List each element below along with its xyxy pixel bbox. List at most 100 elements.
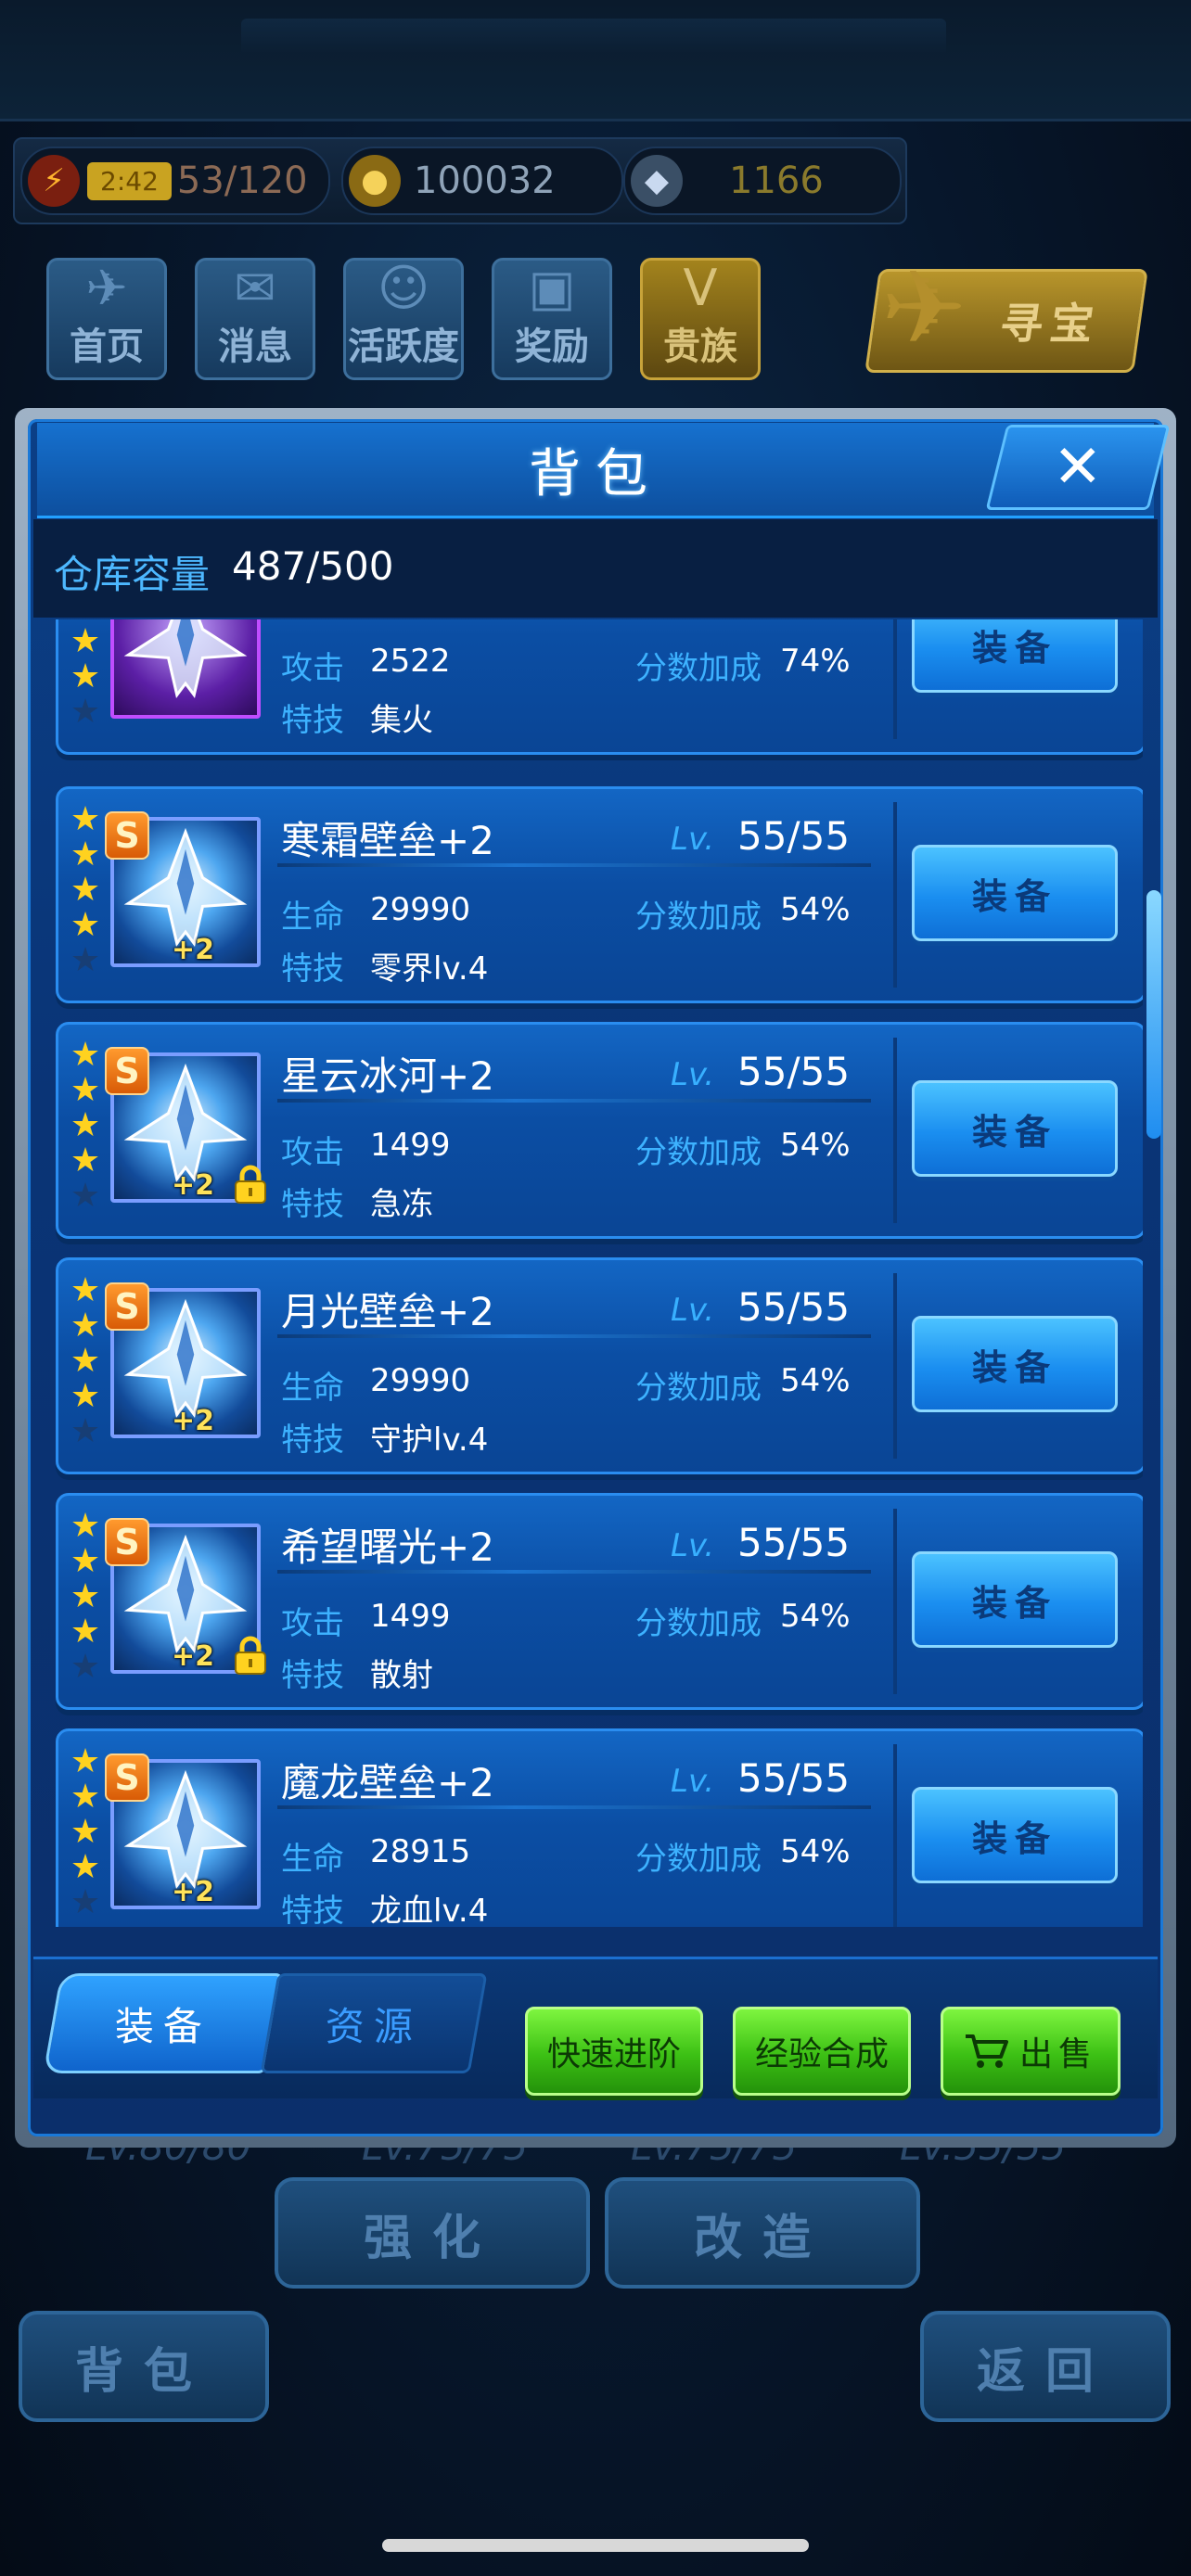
stat-label: 攻击 bbox=[281, 1134, 344, 1171]
skill-value: 集火 bbox=[370, 702, 433, 739]
header-decoration bbox=[241, 19, 946, 56]
name-divider bbox=[277, 1805, 871, 1809]
lock-icon bbox=[235, 1165, 266, 1204]
equip-button[interactable]: 装备 bbox=[912, 1316, 1118, 1412]
star-icon: ★ bbox=[70, 1036, 101, 1074]
star-icon: ★ bbox=[70, 622, 101, 660]
exp-merge-button[interactable]: 经验合成 bbox=[733, 2007, 911, 2096]
enhance-button[interactable]: 强化 bbox=[275, 2177, 590, 2289]
star-icon: ★ bbox=[70, 1507, 101, 1545]
tab-equipment[interactable]: 装备 bbox=[43, 1973, 284, 2073]
star-icon: ★ bbox=[70, 835, 101, 874]
bonus-label: 分数加成 bbox=[635, 1841, 762, 1878]
level-tag: Lv. bbox=[671, 1763, 715, 1800]
bonus-label: 分数加成 bbox=[635, 1134, 762, 1171]
diamond-counter[interactable]: ◆ 1166 bbox=[623, 147, 902, 215]
name-divider bbox=[277, 1334, 871, 1338]
gold-value: 100032 bbox=[414, 159, 556, 202]
name-divider bbox=[277, 1570, 871, 1574]
skill-label: 特技 bbox=[281, 1657, 344, 1694]
home-indicator[interactable] bbox=[382, 2539, 809, 2552]
modify-button[interactable]: 改造 bbox=[605, 2177, 920, 2289]
tab-resources-label: 资源 bbox=[325, 2003, 422, 2049]
rarity-badge: S bbox=[105, 1753, 149, 1802]
star-icon: ★ bbox=[70, 1071, 101, 1109]
equip-button[interactable]: 装备 bbox=[912, 1551, 1118, 1648]
quick-advance-button[interactable]: 快速进阶 bbox=[525, 2007, 703, 2096]
item-level: 55/55 bbox=[737, 1284, 851, 1330]
equipment-card[interactable]: ★ ★ ★ ★ ★ +2 S 月光壁垒+2 Lv. 55/55 生命 29990 分数加… bbox=[56, 1257, 1143, 1474]
equipment-card[interactable]: ★ ★ ★ ★ ★ +2 S 希望曙光+2 Lv. 55/55 攻击 1499 分数加成… bbox=[56, 1493, 1143, 1710]
star-icon: ★ bbox=[70, 1742, 101, 1780]
level-tag: Lv. bbox=[671, 1527, 715, 1564]
bonus-value: 54% bbox=[780, 891, 851, 928]
energy-counter[interactable]: ⚡ 2:42 53/120 bbox=[20, 147, 330, 215]
stat-value: 28915 bbox=[370, 1833, 471, 1870]
empty-star-icon: ★ bbox=[70, 941, 101, 979]
item-name: 希望曙光+2 bbox=[281, 1524, 494, 1570]
sell-button[interactable]: 出售 bbox=[941, 2007, 1121, 2096]
rarity-badge: S bbox=[105, 1518, 149, 1566]
close-button[interactable]: ✕ bbox=[985, 425, 1171, 510]
lightning-icon: ⚡ bbox=[28, 155, 80, 207]
nav-activity[interactable]: ☺ 活跃度 bbox=[343, 258, 464, 380]
bag-label: 背包 bbox=[74, 2343, 212, 2400]
equip-button[interactable]: 装备 bbox=[912, 845, 1118, 941]
item-name: 星云冰河+2 bbox=[281, 1053, 494, 1099]
star-rating: ★★★★★ bbox=[68, 619, 105, 730]
equipment-card[interactable]: ★ ★ ★ ★ ★ +2 S 魔龙壁垒+2 Lv. 55/55 生命 28915 分数加… bbox=[56, 1728, 1143, 1927]
medal-icon: ☺ bbox=[377, 259, 430, 317]
star-icon: ★ bbox=[70, 1141, 101, 1180]
nav-activity-label: 活跃度 bbox=[348, 325, 459, 368]
vip-shield-icon: V bbox=[683, 259, 718, 317]
star-rating: ★★★★★ bbox=[68, 802, 105, 978]
capacity-label: 仓库容量 bbox=[54, 552, 211, 597]
gold-counter[interactable]: ● 100032 bbox=[341, 147, 623, 215]
empty-star-icon: ★ bbox=[70, 1412, 101, 1450]
skill-value: 零界lv.4 bbox=[370, 950, 489, 988]
equipment-card[interactable]: ★★★★★ 攻击 2522 分数加成 74% 特技 集火 装备 bbox=[56, 619, 1143, 755]
equip-label: 装备 bbox=[971, 1582, 1057, 1624]
bonus-value: 54% bbox=[780, 1362, 851, 1399]
equip-button[interactable]: 装备 bbox=[912, 1787, 1118, 1883]
equip-button[interactable]: 装备 bbox=[912, 1080, 1118, 1177]
plus-level: +2 bbox=[172, 934, 215, 966]
treasure-jet-icon: ✈ bbox=[881, 249, 967, 367]
bonus-label: 分数加成 bbox=[635, 650, 762, 687]
item-thumbnail[interactable] bbox=[110, 619, 261, 719]
star-icon: ★ bbox=[70, 800, 101, 838]
star-icon: ★ bbox=[70, 1778, 101, 1816]
jet-icon: ✈ bbox=[85, 259, 128, 317]
close-icon: ✕ bbox=[1053, 433, 1103, 502]
equip-button[interactable]: 装备 bbox=[912, 619, 1118, 693]
bonus-value: 74% bbox=[780, 643, 851, 680]
nav-messages[interactable]: ✉ 消息 bbox=[195, 258, 315, 380]
equip-label: 装备 bbox=[971, 627, 1057, 669]
bag-button[interactable]: 背包 bbox=[19, 2311, 269, 2422]
list-scrollbar[interactable] bbox=[1146, 890, 1161, 1139]
nav-rewards[interactable]: ▣ 奖励 bbox=[492, 258, 612, 380]
treasure-label: 寻宝 bbox=[996, 299, 1105, 349]
star-rating: ★★★★★ bbox=[68, 1744, 105, 1920]
rarity-badge: S bbox=[105, 1282, 149, 1331]
card-divider bbox=[893, 619, 897, 739]
equip-label: 装备 bbox=[971, 875, 1057, 917]
equipment-card[interactable]: ★ ★ ★ ★ ★ +2 S 寒霜壁垒+2 Lv. 55/55 生命 29990 分数加… bbox=[56, 786, 1143, 1003]
nav-home[interactable]: ✈ 首页 bbox=[46, 258, 167, 380]
tab-resources[interactable]: 资源 bbox=[260, 1973, 488, 2073]
item-list[interactable]: ★★★★★ 攻击 2522 分数加成 74% 特技 集火 装备 ★★★★★ bbox=[48, 619, 1143, 1927]
star-rating: ★★★★★ bbox=[68, 1509, 105, 1685]
nav-vip[interactable]: V 贵族 bbox=[640, 258, 761, 380]
capacity-value: 487/500 bbox=[232, 543, 394, 589]
back-button[interactable]: 返回 bbox=[920, 2311, 1171, 2422]
energy-timer: 2:42 bbox=[87, 161, 172, 200]
star-icon: ★ bbox=[70, 1577, 101, 1615]
stat-value: 29990 bbox=[370, 1362, 471, 1399]
equip-label: 装备 bbox=[971, 1817, 1057, 1859]
plus-level: +2 bbox=[172, 1876, 215, 1908]
coin-icon: ● bbox=[349, 155, 401, 207]
star-icon: ★ bbox=[70, 1542, 101, 1580]
equipment-card[interactable]: ★ ★ ★ ★ ★ +2 S 星云冰河+2 Lv. 55/55 攻击 1499 分数加成… bbox=[56, 1022, 1143, 1239]
star-icon: ★ bbox=[70, 871, 101, 909]
name-divider bbox=[277, 1099, 871, 1103]
